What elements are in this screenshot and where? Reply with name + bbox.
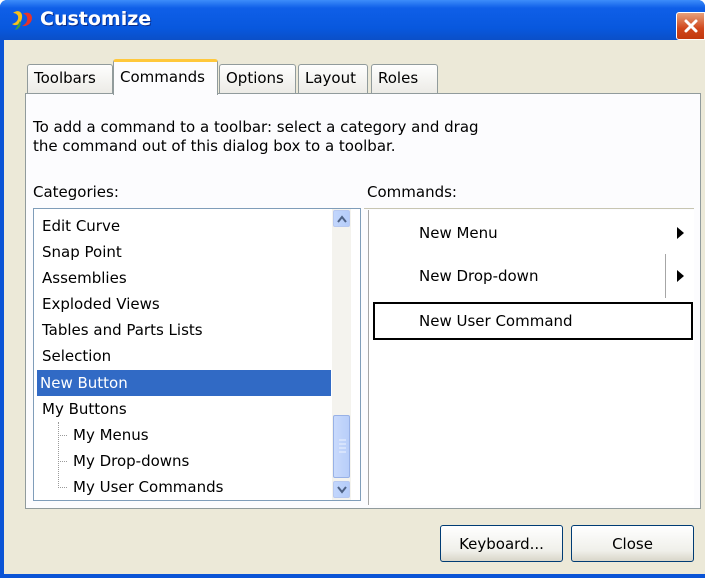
tree-connector (58, 422, 59, 486)
categories-scrollbar[interactable] (332, 209, 351, 500)
command-item[interactable]: New Menu (419, 219, 498, 247)
list-item[interactable]: My User Commands (70, 474, 330, 500)
tab-layout[interactable]: Layout (298, 64, 368, 93)
list-item[interactable]: Exploded Views (39, 291, 331, 317)
tab-label: Options (226, 69, 284, 87)
list-item-selected[interactable]: New Button (37, 370, 331, 396)
list-item[interactable]: Edit Curve (39, 213, 331, 239)
tree-connector (58, 461, 67, 462)
tab-label: Toolbars (34, 69, 96, 87)
tab-options[interactable]: Options (219, 64, 296, 93)
commands-list[interactable]: New Menu New Drop-down New User Command (368, 210, 694, 505)
command-item[interactable]: New Drop-down (419, 262, 538, 290)
close-icon (684, 19, 697, 33)
tree-connector (58, 435, 67, 436)
app-logo-icon (12, 11, 32, 30)
list-item[interactable]: My Drop-downs (70, 448, 330, 474)
submenu-arrow-icon (677, 270, 684, 282)
title-bar[interactable]: Customize (0, 0, 705, 40)
window-title: Customize (40, 8, 152, 30)
scroll-down-arrow-icon (336, 485, 347, 494)
scroll-down-button[interactable] (333, 481, 350, 498)
commands-separator (364, 208, 694, 209)
scroll-thumb[interactable] (333, 415, 350, 478)
submenu-arrow-icon (677, 227, 684, 239)
close-button[interactable]: Close (571, 525, 694, 562)
grip-icon (339, 439, 346, 453)
tree-connector (58, 487, 67, 488)
instructions-line: To add a command to a toolbar: select a … (33, 118, 479, 136)
tab-roles[interactable]: Roles (371, 64, 438, 93)
instructions-text: To add a command to a toolbar: select a … (33, 118, 553, 156)
list-item[interactable]: Snap Point (39, 239, 331, 265)
tab-label: Layout (305, 69, 356, 87)
scroll-up-button[interactable] (333, 210, 350, 227)
list-item[interactable]: Tables and Parts Lists (39, 317, 331, 343)
keyboard-button[interactable]: Keyboard... (440, 525, 563, 562)
list-item[interactable]: Selection (39, 343, 331, 369)
tab-label: Roles (378, 69, 419, 87)
list-item[interactable]: My Buttons (39, 396, 331, 422)
scroll-up-arrow-icon (336, 214, 347, 223)
tab-label: Commands (120, 68, 205, 86)
list-item[interactable]: My Menus (70, 422, 330, 448)
commands-label: Commands: (367, 183, 457, 201)
list-item[interactable]: Assemblies (39, 265, 331, 291)
tab-toolbars[interactable]: Toolbars (27, 64, 113, 93)
categories-label: Categories: (33, 183, 119, 201)
window-close-button[interactable] (676, 12, 705, 40)
tab-commands[interactable]: Commands (113, 59, 218, 95)
command-item-box[interactable]: New User Command (373, 302, 693, 340)
categories-list[interactable]: Edit Curve Snap Point Assemblies Explode… (33, 208, 361, 501)
dropdown-divider (665, 254, 666, 298)
instructions-line: the command out of this dialog box to a … (33, 137, 396, 155)
command-item-label: New User Command (419, 312, 573, 330)
